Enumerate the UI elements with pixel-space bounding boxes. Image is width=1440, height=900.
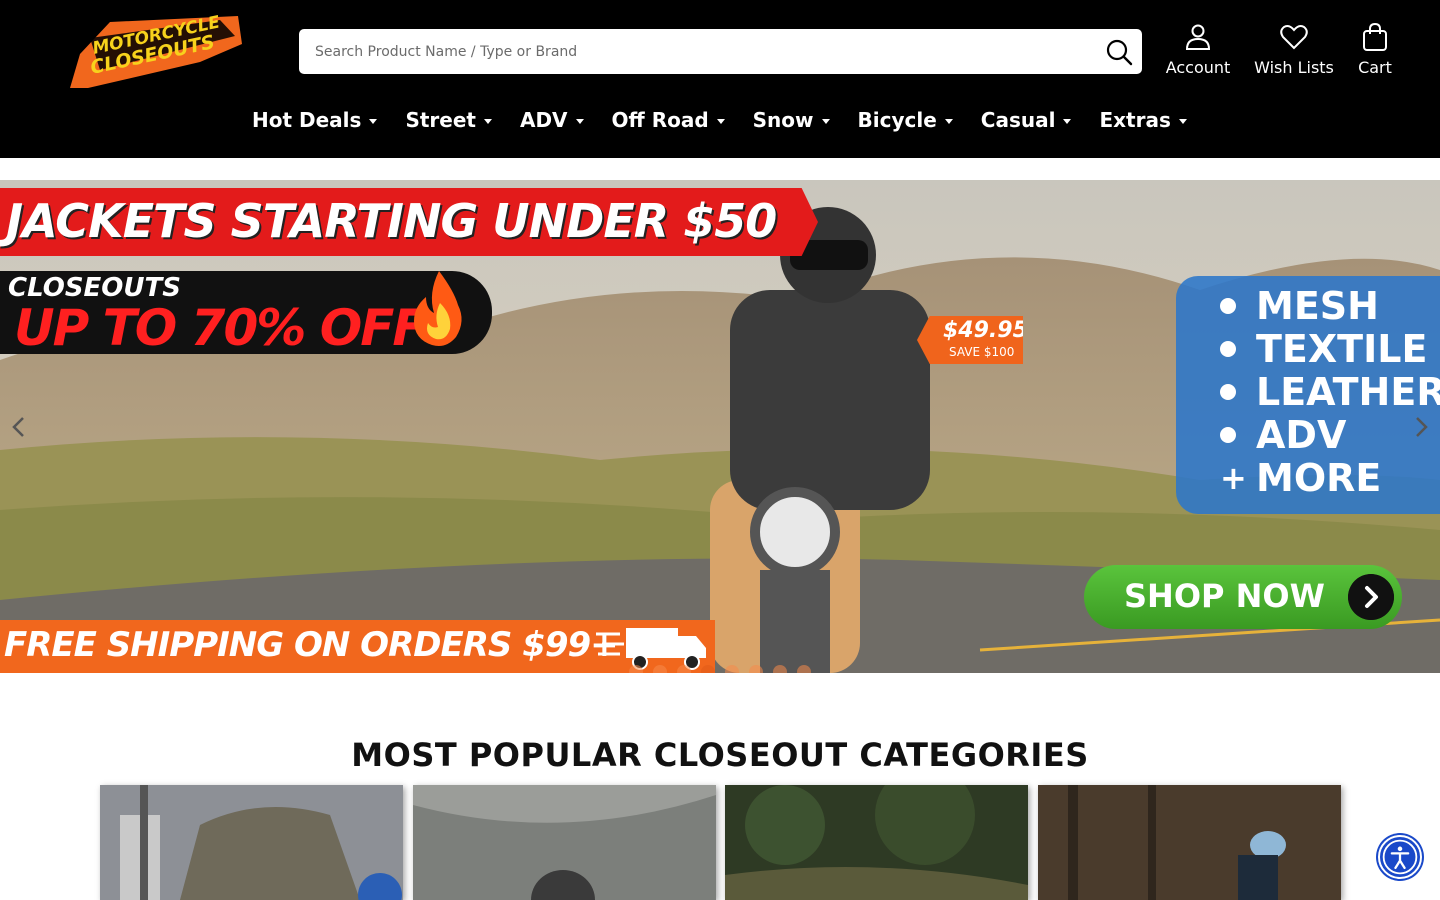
jacket-type-item: TEXTILE: [1220, 327, 1427, 371]
carousel-dot[interactable]: [629, 665, 643, 673]
site-header: MOTORCYCLE CLOSEOUTS Account Wish Lists …: [0, 0, 1440, 158]
site-logo[interactable]: MOTORCYCLE CLOSEOUTS: [70, 14, 242, 90]
search-icon[interactable]: [1104, 37, 1134, 67]
nav-item-label: Street: [405, 108, 476, 132]
free-shipping-banner: FREE SHIPPING ON ORDERS $99+: [0, 620, 715, 673]
nav-item-label: ADV: [519, 108, 568, 132]
jacket-type-item: MESH: [1220, 284, 1379, 328]
jacket-type-item: ADV: [1220, 413, 1346, 457]
category-image: [100, 785, 403, 900]
main-nav: Hot Deals Street ADV Off Road Snow Bicyc…: [252, 103, 1215, 137]
carousel-prev-button[interactable]: [6, 412, 32, 442]
category-image: [413, 785, 716, 900]
search-bar: [299, 29, 1142, 74]
category-card[interactable]: [1038, 785, 1341, 900]
nav-item-label: Snow: [752, 108, 814, 132]
caret-down-icon: [1063, 119, 1072, 124]
caret-down-icon: [575, 119, 584, 124]
jacket-type-item: LEATHER: [1220, 370, 1440, 414]
search-input[interactable]: [315, 29, 1095, 74]
nav-item-extras[interactable]: Extras: [1099, 103, 1187, 137]
closeouts-badge: CLOSEOUTS UP TO 70% OFF: [0, 271, 492, 357]
flame-icon: [414, 271, 462, 346]
heart-icon: [1280, 25, 1308, 50]
wishlist-link[interactable]: Wish Lists: [1250, 22, 1338, 77]
jacket-type-label: MESH: [1256, 284, 1379, 328]
category-card[interactable]: [413, 785, 716, 900]
delivery-truck-icon: [596, 628, 706, 670]
category-image: [1038, 785, 1341, 900]
caret-down-icon: [369, 119, 378, 124]
nav-item-label: Off Road: [611, 108, 709, 132]
carousel-dot[interactable]: [701, 665, 715, 673]
carousel-dot[interactable]: [773, 665, 787, 673]
headline-text: JACKETS STARTING UNDER $50: [6, 194, 777, 248]
price-value: $49.95: [943, 318, 1028, 343]
account-label: Account: [1165, 58, 1231, 77]
nav-item-label: Bicycle: [857, 108, 937, 132]
discount-label: UP TO 70% OFF: [14, 299, 427, 357]
carousel-dot[interactable]: [653, 665, 667, 673]
nav-item-label: Extras: [1099, 108, 1171, 132]
nav-item-label: Casual: [980, 108, 1056, 132]
nav-item-off-road[interactable]: Off Road: [612, 103, 725, 137]
bullet-icon: [1220, 298, 1236, 314]
bullet-icon: [1220, 427, 1236, 443]
nav-item-hot-deals[interactable]: Hot Deals: [252, 103, 378, 137]
chevron-right-icon: [1348, 574, 1394, 620]
carousel-dot[interactable]: [677, 665, 691, 673]
carousel-indicators: [629, 665, 821, 673]
price-tag: $49.95 SAVE $100: [917, 316, 1023, 364]
bullet-icon: [1220, 341, 1236, 357]
save-amount: SAVE $100: [949, 345, 1015, 359]
caret-down-icon: [483, 119, 492, 124]
account-link[interactable]: Account: [1160, 22, 1236, 77]
jacket-type-item: + MORE: [1220, 456, 1381, 500]
cart-link[interactable]: Cart: [1350, 22, 1400, 77]
plus-icon: +: [1220, 459, 1247, 497]
jacket-types-panel: MESH TEXTILE LEATHER ADV + MORE: [1176, 276, 1440, 514]
shopping-bag-icon: [1363, 22, 1387, 51]
nav-item-street[interactable]: Street: [405, 103, 492, 137]
jacket-type-label: LEATHER: [1256, 370, 1440, 414]
caret-down-icon: [821, 119, 830, 124]
carousel-dot[interactable]: [749, 665, 763, 673]
headline-banner: JACKETS STARTING UNDER $50: [0, 188, 818, 256]
hero-carousel[interactable]: JACKETS STARTING UNDER $50 CLOSEOUTS UP …: [0, 180, 1440, 673]
caret-down-icon: [716, 119, 725, 124]
carousel-next-button[interactable]: [1408, 412, 1434, 442]
caret-down-icon: [1178, 119, 1187, 124]
nav-item-snow[interactable]: Snow: [753, 103, 830, 137]
caret-down-icon: [944, 119, 953, 124]
shop-now-button[interactable]: SHOP NOW: [1084, 565, 1402, 629]
category-image: [725, 785, 1028, 900]
category-card[interactable]: [100, 785, 403, 900]
accessibility-button[interactable]: [1378, 835, 1422, 879]
shop-now-label: SHOP NOW: [1124, 577, 1325, 615]
nav-item-label: Hot Deals: [252, 108, 362, 132]
cart-label: Cart: [1358, 58, 1392, 77]
nav-item-bicycle[interactable]: Bicycle: [858, 103, 953, 137]
free-shipping-text: FREE SHIPPING ON ORDERS $99+: [4, 625, 619, 665]
carousel-dot[interactable]: [725, 665, 739, 673]
more-label: MORE: [1256, 456, 1382, 500]
user-icon: [1185, 24, 1211, 50]
jacket-type-label: TEXTILE: [1256, 327, 1428, 371]
carousel-dot[interactable]: [797, 665, 811, 673]
category-card[interactable]: [725, 785, 1028, 900]
bullet-icon: [1220, 384, 1236, 400]
categories-title: MOST POPULAR CLOSEOUT CATEGORIES: [351, 736, 1089, 774]
jacket-type-label: ADV: [1256, 413, 1347, 457]
nav-item-casual[interactable]: Casual: [981, 103, 1072, 137]
nav-item-adv[interactable]: ADV: [520, 103, 584, 137]
wishlist-label: Wish Lists: [1254, 58, 1334, 77]
